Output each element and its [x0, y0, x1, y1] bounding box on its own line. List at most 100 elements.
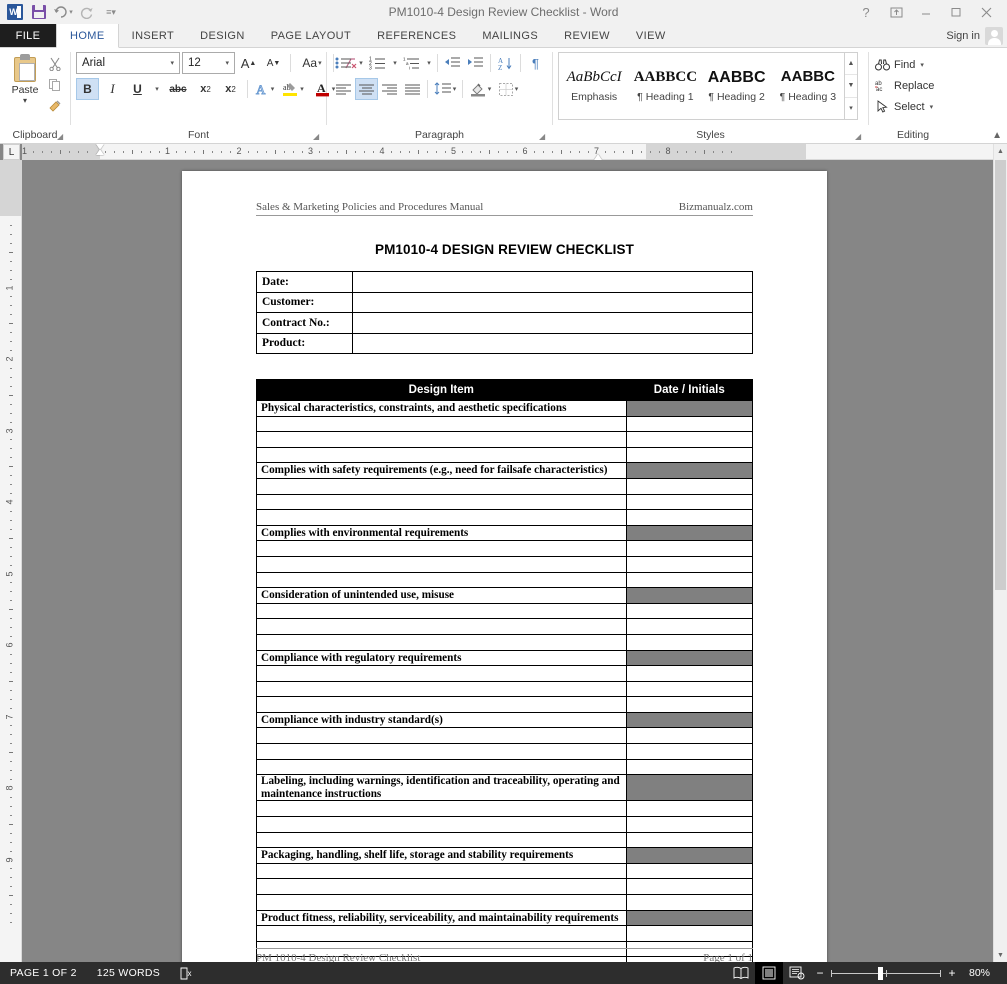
checklist-blank-date-cell[interactable]: [625, 618, 754, 635]
tab-page-layout[interactable]: PAGE LAYOUT: [258, 24, 364, 47]
minimize-icon[interactable]: [911, 1, 941, 23]
redo-icon[interactable]: [76, 2, 98, 22]
styles-gallery[interactable]: AaBbCcI Emphasis AABBCС ¶ Heading 1 AABB…: [558, 52, 858, 120]
checklist-blank-date-cell[interactable]: [625, 831, 754, 849]
superscript-button[interactable]: x2: [219, 78, 242, 100]
style-emphasis[interactable]: AaBbCcI Emphasis: [559, 53, 630, 119]
borders-button[interactable]: ▾: [494, 78, 522, 100]
style-heading-1[interactable]: AABBCС ¶ Heading 1: [630, 53, 701, 119]
checklist-blank-item-cell[interactable]: [256, 415, 627, 433]
text-effects-button[interactable]: A ▾: [253, 78, 276, 100]
tab-review[interactable]: REVIEW: [551, 24, 623, 47]
checklist-blank-date-cell[interactable]: [625, 893, 754, 911]
checklist-blank-row[interactable]: [256, 446, 754, 464]
shrink-font-button[interactable]: A ▼: [262, 52, 285, 74]
select-button[interactable]: Select ▾: [874, 96, 933, 117]
checklist-blank-date-cell[interactable]: [625, 815, 754, 833]
checklist-blank-item-cell[interactable]: [256, 696, 627, 713]
checklist-blank-item-cell[interactable]: [256, 862, 627, 880]
checklist-blank-item-cell[interactable]: [256, 743, 627, 760]
multilevel-chevron-icon[interactable]: ▾: [423, 52, 434, 74]
sign-in-area[interactable]: Sign in: [946, 24, 1007, 47]
style-heading-2[interactable]: AABBC ¶ Heading 2: [702, 53, 773, 119]
style-heading-3[interactable]: AABBC ¶ Heading 3: [773, 53, 844, 119]
checklist-blank-row[interactable]: [256, 633, 754, 651]
vertical-scrollbar[interactable]: ▲ ▼: [993, 144, 1007, 962]
right-indent-marker[interactable]: [594, 149, 603, 160]
page-1[interactable]: Sales & Marketing Policies and Procedure…: [182, 171, 827, 962]
checklist-blank-row[interactable]: [256, 696, 754, 713]
info-value-field[interactable]: [352, 291, 753, 313]
copy-icon[interactable]: [45, 76, 65, 94]
collapse-ribbon-icon[interactable]: ▲: [992, 130, 1002, 141]
checklist-blank-item-cell[interactable]: [256, 727, 627, 745]
align-left-button[interactable]: [332, 78, 355, 100]
checklist-blank-date-cell[interactable]: [625, 509, 754, 526]
view-read-mode-button[interactable]: [727, 962, 755, 984]
checklist-blank-date-cell[interactable]: [625, 800, 754, 817]
checklist-blank-date-cell[interactable]: [625, 477, 754, 495]
find-button[interactable]: Find ▾: [874, 54, 924, 75]
scroll-down-icon[interactable]: ▼: [845, 75, 857, 98]
checklist-blank-date-cell[interactable]: [625, 665, 754, 682]
tab-home[interactable]: HOME: [56, 24, 119, 48]
format-painter-icon[interactable]: [45, 97, 65, 115]
styles-dialog-launcher-icon[interactable]: ◢: [855, 132, 864, 141]
view-web-layout-button[interactable]: [783, 962, 811, 984]
checklist-blank-date-cell[interactable]: [625, 602, 754, 620]
indent-markers[interactable]: [96, 144, 105, 158]
checklist-blank-item-cell[interactable]: [256, 878, 627, 895]
horizontal-ruler[interactable]: 112345678: [22, 144, 993, 160]
more-styles-icon[interactable]: ▾: [845, 98, 857, 119]
clipboard-dialog-launcher-icon[interactable]: ◢: [57, 132, 66, 141]
checklist-blank-item-cell[interactable]: [256, 758, 627, 776]
numbering-chevron-icon[interactable]: ▾: [389, 52, 400, 74]
align-right-button[interactable]: [378, 78, 401, 100]
checklist-blank-item-cell[interactable]: [256, 831, 627, 849]
customize-quick-access-icon[interactable]: ≡▾: [100, 2, 122, 22]
underline-options-chevron-icon[interactable]: ▾: [151, 78, 162, 100]
decrease-indent-button[interactable]: [441, 52, 464, 74]
proofing-errors-icon[interactable]: x: [170, 962, 205, 984]
undo-icon[interactable]: ▾: [52, 2, 74, 22]
text-highlight-button[interactable]: ab ▾: [278, 78, 308, 100]
checklist-blank-item-cell[interactable]: [256, 477, 627, 495]
line-spacing-button[interactable]: ▾: [431, 78, 459, 100]
checklist-blank-row[interactable]: [256, 800, 754, 817]
checklist-blank-date-cell[interactable]: [625, 415, 754, 433]
chevron-down-icon[interactable]: ▾: [222, 59, 232, 67]
info-table[interactable]: Date: Customer: Contract No.: Product:: [256, 271, 753, 354]
checklist-blank-row[interactable]: [256, 815, 754, 833]
checklist-blank-row[interactable]: [256, 758, 754, 776]
checklist-blank-item-cell[interactable]: [256, 633, 627, 651]
info-value-field[interactable]: [352, 312, 753, 334]
zoom-in-button[interactable]: +: [947, 966, 957, 980]
checklist-blank-item-cell[interactable]: [256, 540, 627, 557]
checklist-blank-date-cell[interactable]: [625, 743, 754, 760]
scroll-up-icon[interactable]: ▲: [845, 53, 857, 76]
checklist-blank-row[interactable]: [256, 477, 754, 495]
tab-insert[interactable]: INSERT: [119, 24, 188, 47]
checklist-blank-item-cell[interactable]: [256, 493, 627, 511]
checklist-blank-date-cell[interactable]: [625, 571, 754, 589]
checklist-blank-date-cell[interactable]: [625, 862, 754, 880]
view-print-layout-button[interactable]: [755, 962, 783, 984]
tab-references[interactable]: REFERENCES: [364, 24, 469, 47]
checklist-blank-date-cell[interactable]: [625, 925, 754, 942]
subscript-button[interactable]: x2: [194, 78, 217, 100]
scroll-up-icon[interactable]: ▲: [994, 144, 1007, 158]
checklist-blank-date-cell[interactable]: [625, 633, 754, 651]
tab-view[interactable]: VIEW: [623, 24, 679, 47]
checklist-blank-row[interactable]: [256, 431, 754, 448]
page-indicator[interactable]: PAGE 1 OF 2: [0, 962, 87, 984]
checklist-blank-row[interactable]: [256, 509, 754, 526]
justify-button[interactable]: [401, 78, 424, 100]
tab-selector-button[interactable]: L: [3, 144, 20, 160]
chevron-down-icon[interactable]: ▾: [167, 59, 177, 67]
checklist-blank-date-cell[interactable]: [625, 758, 754, 776]
numbering-button[interactable]: 123: [366, 52, 389, 74]
checklist-blank-row[interactable]: [256, 540, 754, 557]
checklist-blank-item-cell[interactable]: [256, 893, 627, 911]
show-formatting-marks-button[interactable]: ¶: [524, 52, 547, 74]
chevron-down-icon[interactable]: ▾: [23, 97, 27, 105]
